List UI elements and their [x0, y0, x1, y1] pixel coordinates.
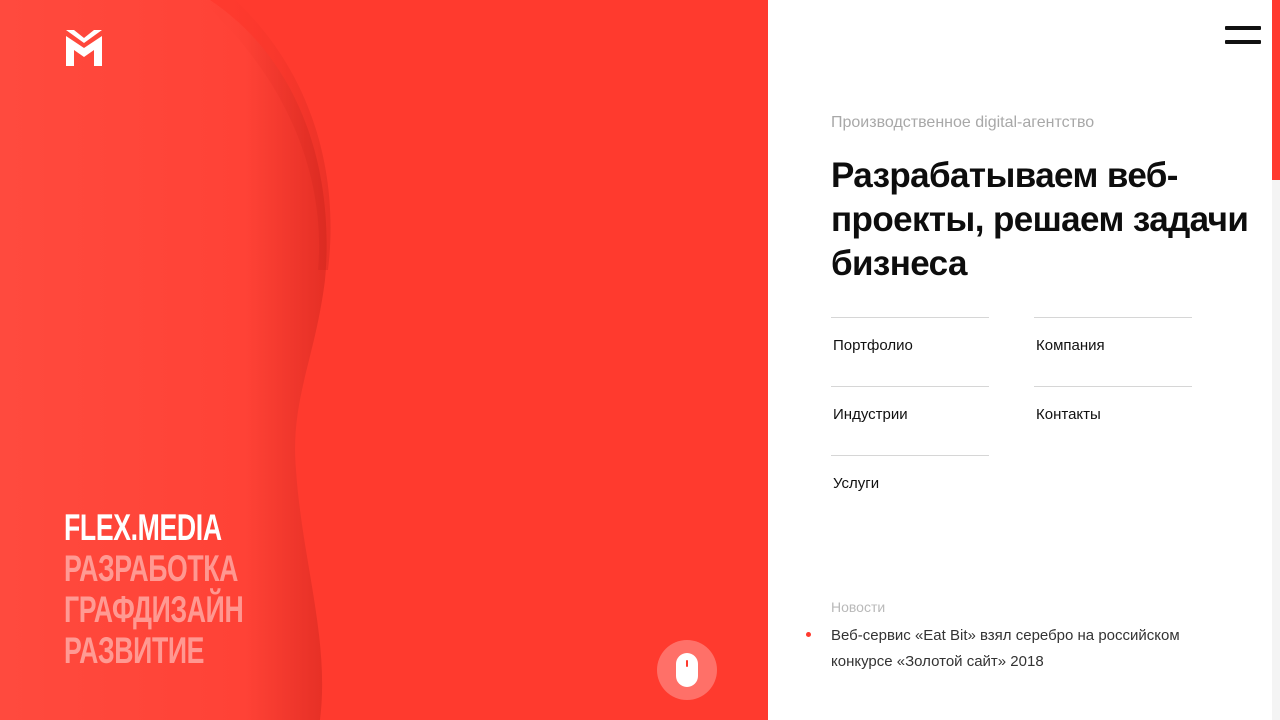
hero-tagline: FLEX.MEDIA РАЗРАБОТКА ГРАФДИЗАЙН РАЗВИТИ…	[64, 507, 244, 671]
nav-item-portfolio[interactable]: Портфолио	[831, 317, 989, 377]
nav-item-services[interactable]: Услуги	[831, 455, 989, 515]
flex-media-logo-icon[interactable]	[66, 30, 102, 66]
nav-item-label: Контакты	[1036, 406, 1101, 423]
agency-subtitle: Производственное digital-агентство	[831, 114, 1095, 131]
hero-section: FLEX.MEDIA РАЗРАБОТКА ГРАФДИЗАЙН РАЗВИТИ…	[0, 0, 768, 720]
hamburger-menu-icon[interactable]	[1225, 26, 1261, 46]
tagline-line-development: РАЗРАБОТКА	[64, 548, 239, 589]
tagline-line-growth: РАЗВИТИЕ	[64, 630, 205, 671]
tagline-brand: FLEX.MEDIA	[64, 507, 222, 548]
menu-bar	[1225, 26, 1261, 30]
news-heading: Новости	[831, 599, 886, 615]
news-bullet-icon	[806, 632, 811, 637]
nav-item-industries[interactable]: Индустрии	[831, 386, 989, 446]
menu-bar	[1225, 40, 1261, 44]
scroll-down-button[interactable]	[657, 640, 717, 700]
nav-item-label: Портфолио	[833, 337, 913, 354]
mouse-icon	[676, 653, 698, 687]
nav-item-label: Компания	[1036, 337, 1105, 354]
nav-item-company[interactable]: Компания	[1034, 317, 1192, 377]
mouse-wheel	[686, 660, 688, 667]
nav-item-contacts[interactable]: Контакты	[1034, 386, 1192, 446]
nav-item-label: Индустрии	[833, 406, 908, 423]
tagline-line-design: ГРАФДИЗАЙН	[64, 589, 244, 630]
info-panel: Производственное digital-агентство Разра…	[768, 0, 1280, 720]
scrollbar-thumb[interactable]	[1272, 0, 1280, 180]
nav-item-label: Услуги	[833, 475, 880, 492]
page-title: Разрабатываем веб-проекты, решаем задачи…	[831, 156, 1249, 283]
news-item-link[interactable]: Веб-сервис «Eat Bit» взял серебро на рос…	[831, 623, 1211, 675]
